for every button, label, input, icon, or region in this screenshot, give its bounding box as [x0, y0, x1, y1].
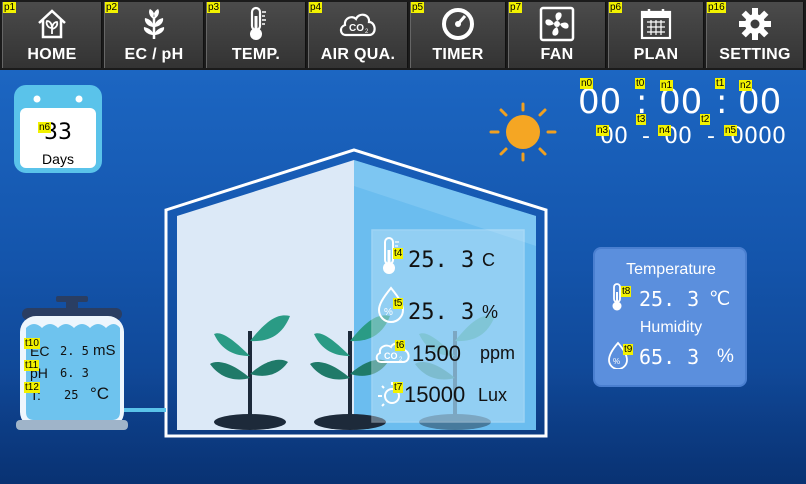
nav-temp-label: TEMP.	[231, 46, 281, 63]
nav-plan-button[interactable]: p6 PLAN	[608, 2, 704, 68]
co2-cloud-icon: CO 2	[309, 6, 407, 42]
nav-ec-ph-label: EC / pH	[124, 46, 184, 63]
nav-ec-ph-tag: p2	[105, 2, 119, 13]
svg-text:CO: CO	[349, 23, 364, 34]
nav-setting-tag: p16	[707, 2, 726, 13]
clock-sep2-tag: t1	[715, 78, 726, 89]
days-unit-label: Days	[42, 151, 74, 167]
gh-co2-value: 1500	[412, 341, 461, 366]
nav-home-tag: p1	[3, 2, 17, 13]
gh-co2-tag: t6	[395, 340, 406, 351]
climate-humidity-tag: t9	[623, 344, 634, 355]
gh-temperature-value: 25. 3	[408, 248, 475, 273]
svg-text:%: %	[384, 307, 393, 318]
date-part1-tag: n3	[596, 125, 610, 136]
clock-hours-tag: n0	[580, 78, 594, 89]
nav-fan-tag: p7	[509, 2, 523, 13]
nav-temp-button[interactable]: p3 TEMP.	[206, 2, 306, 68]
date-dash-1: -	[642, 124, 650, 149]
tank-ec-value: 2. 5	[60, 344, 89, 358]
date-part2-tag: n4	[658, 125, 672, 136]
tank-temp-tag: t12	[24, 382, 40, 393]
tank-ec-unit: mS	[93, 342, 116, 359]
tank-ec-tag: t10	[24, 338, 40, 349]
nav-fan-button[interactable]: p7 FAN	[508, 2, 606, 68]
gh-humidity-value: 25. 3	[408, 300, 475, 325]
gh-humidity-tag: t5	[393, 298, 404, 309]
nav-temp-tag: p3	[207, 2, 221, 13]
gh-light-value: 15000	[404, 382, 466, 407]
nav-timer-tag: p5	[411, 2, 425, 13]
co2-cloud-icon: CO 2	[375, 342, 410, 363]
climate-temperature-unit: ℃	[709, 289, 731, 310]
date-dash2-tag: t2	[700, 114, 711, 125]
nav-air-quality-tag: p4	[309, 2, 323, 13]
climate-humidity-unit: %	[717, 346, 734, 367]
nav-plan-label: PLAN	[633, 46, 679, 63]
clock-display[interactable]: n0 t0 n1 t1 n2 00 : 00 : 00	[575, 78, 790, 122]
nav-timer-button[interactable]: p5 TIMER	[410, 2, 506, 68]
gh-co2-unit: ppm	[480, 343, 516, 363]
top-navigation-bar: p1 HOME p2 EC / pH p3 TEMP. p4 CO 2 AIR Q…	[0, 0, 806, 70]
calendar-icon	[609, 6, 703, 42]
date-part3: 0000	[730, 124, 786, 149]
nav-timer-label: TIMER	[432, 46, 484, 63]
home-leaf-icon	[3, 6, 101, 42]
date-display[interactable]: n3 t3 n4 t2 n5 00 - 00 - 0000	[594, 114, 794, 152]
greenhouse-sensor-panel: t4 25. 3 C % t5 25. 3 % CO 2 t6 1500 ppm …	[372, 230, 524, 422]
gh-temp-tag: t4	[393, 248, 404, 259]
water-pipe	[124, 408, 166, 412]
nav-air-quality-button[interactable]: p4 CO 2 AIR QUA.	[308, 2, 408, 68]
tank-temp-value: 25	[64, 388, 79, 402]
tank-ph-tag: t11	[24, 360, 40, 371]
clock-sep1-tag: t0	[635, 78, 646, 89]
fan-icon	[509, 6, 605, 42]
climate-temp-tag: t8	[621, 286, 632, 297]
leaf-icon	[105, 6, 203, 42]
date-part3-tag: n5	[724, 125, 738, 136]
tank-ph-value: 6. 3	[60, 366, 89, 380]
thermometer-icon	[207, 6, 305, 42]
svg-text:CO: CO	[384, 351, 398, 361]
water-tank[interactable]: t10 EC 2. 5 mS t11 pH 6. 3 t12 T: 25 °C	[16, 296, 128, 436]
gh-light-unit: Lux	[478, 385, 508, 405]
nav-plan-tag: p6	[609, 2, 623, 13]
nav-home-button[interactable]: p1 HOME	[2, 2, 102, 68]
climate-humidity-value: 65. 3	[639, 345, 700, 369]
days-tag: n6	[38, 122, 52, 133]
days-counter-card[interactable]: n6 33 Days	[13, 84, 103, 174]
nav-fan-label: FAN	[540, 46, 574, 63]
timer-gauge-icon	[411, 6, 505, 42]
tank-temp-unit: °C	[90, 384, 110, 403]
nav-setting-button[interactable]: p16 SETTING	[706, 2, 804, 68]
clock-seconds-tag: n2	[739, 80, 753, 91]
nav-home-label: HOME	[27, 46, 77, 63]
days-value: 33	[44, 120, 72, 145]
clock-minutes-tag: n1	[660, 80, 674, 91]
climate-panel[interactable]: Temperature t8 25. 3 ℃ Humidity % t9 65.…	[593, 247, 747, 387]
gh-humidity-unit: %	[482, 302, 499, 322]
temperature-label: Temperature	[626, 261, 716, 278]
date-dash1-tag: t3	[636, 114, 647, 125]
gh-temperature-unit: C	[482, 250, 495, 270]
humidity-label: Humidity	[639, 319, 703, 336]
svg-text:%: %	[613, 357, 620, 366]
nav-setting-label: SETTING	[719, 46, 791, 63]
nav-ec-ph-button[interactable]: p2 EC / pH	[104, 2, 204, 68]
gh-light-tag: t7	[393, 382, 404, 393]
nav-air-quality-label: AIR QUA.	[320, 46, 396, 63]
date-dash-2: -	[707, 124, 715, 149]
climate-temperature-value: 25. 3	[639, 287, 700, 311]
